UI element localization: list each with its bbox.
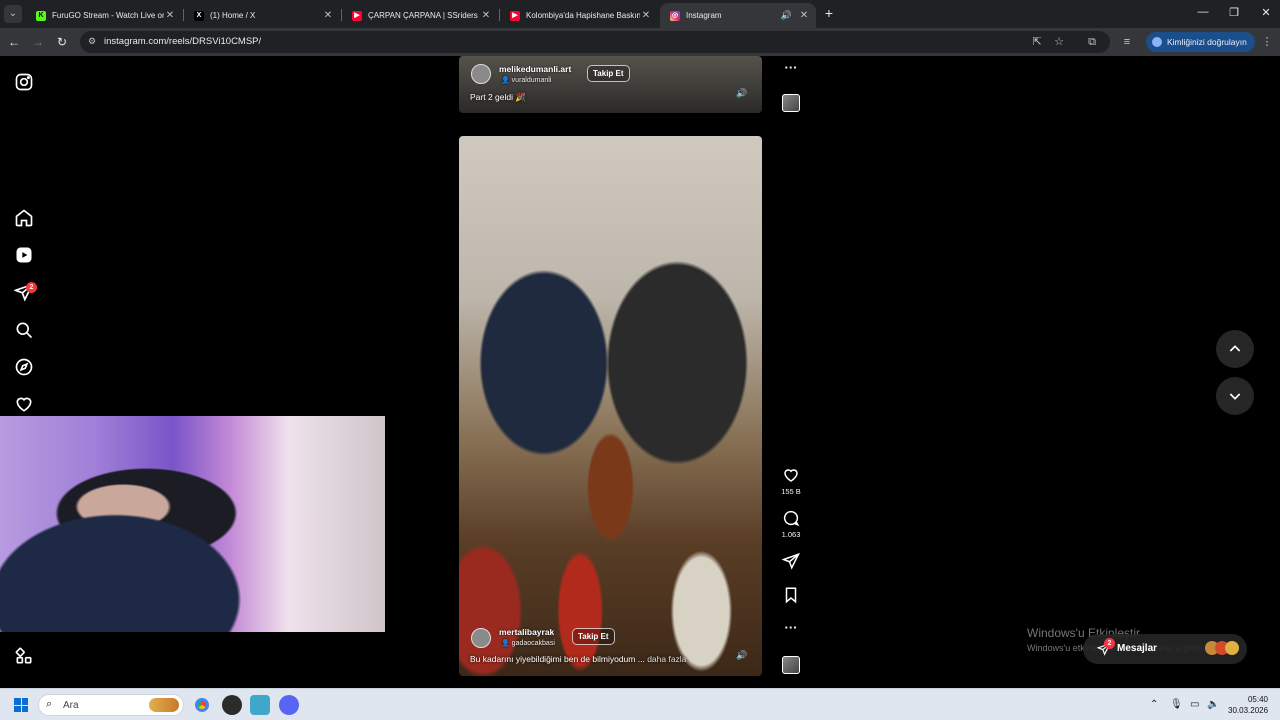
like-count: 155 B xyxy=(781,487,801,496)
tab-carpan[interactable]: ▶ ÇARPAN ÇARPANA | SSriders | Y ✕ xyxy=(342,3,498,28)
tab-furugo[interactable]: K FuruGO Stream - Watch Live on ✕ xyxy=(26,3,182,28)
new-tab-button[interactable]: + xyxy=(822,6,836,20)
chrome-icon[interactable] xyxy=(192,695,212,715)
extensions-icon[interactable]: ⧉ xyxy=(1085,35,1099,49)
search-icon: ⌕ xyxy=(46,698,53,710)
follow-button[interactable]: Takip Et xyxy=(587,65,630,82)
media-controls-icon[interactable]: ≡ xyxy=(1120,35,1134,49)
site-info-icon[interactable]: ⚙ xyxy=(88,36,100,48)
forward-button[interactable]: → xyxy=(30,34,46,50)
browser-menu-icon[interactable]: ⋮ xyxy=(1260,35,1274,49)
person-icon: 👤 xyxy=(501,640,512,647)
profile-icon xyxy=(1152,37,1162,47)
reel-more-options-icon[interactable]: ··· xyxy=(780,60,802,75)
tab-search-icon[interactable]: ⌄ xyxy=(4,5,22,23)
volume-icon[interactable]: 🔊 xyxy=(735,648,749,662)
minimize-icon[interactable]: — xyxy=(1193,6,1213,18)
more-link[interactable]: daha fazla xyxy=(647,654,686,664)
tab-kolombiya[interactable]: ▶ Kolombiya'da Hapishane Baskın ✕ xyxy=(500,3,658,28)
url-text: instagram.com/reels/DRSVi10CMSP/ xyxy=(104,36,262,47)
install-app-icon[interactable]: ⇱ xyxy=(1030,35,1044,49)
reel-card-current[interactable]: mertalibayrak 👤 gadaocakbasi Takip Et Bu… xyxy=(459,136,762,676)
kick-icon: K xyxy=(36,10,46,21)
reload-button[interactable]: ↻ xyxy=(54,34,70,50)
tray-overflow-icon[interactable]: ⌃ xyxy=(1150,699,1158,710)
save-bookmark-icon[interactable] xyxy=(780,586,802,609)
instagram-reels-page: 2 melikedumanli.art 👤 vuraldumanli Takip… xyxy=(0,56,1280,688)
windows-taskbar: ⌕ Ara ⌃ 🎙 ▭ 🔈 05:40 30.03.2026 xyxy=(0,688,1280,720)
person-icon: 👤 xyxy=(501,77,512,84)
avatar[interactable] xyxy=(471,628,491,648)
audio-thumbnail[interactable] xyxy=(782,656,800,674)
taskbar-clock[interactable]: 05:40 30.03.2026 xyxy=(1228,694,1268,716)
search-highlight-icon xyxy=(149,698,179,712)
reel-caption: Bu kadarını yiyebildiğimi ben de bilmiyo… xyxy=(470,654,687,664)
tab-strip: ⌄ K FuruGO Stream - Watch Live on ✕ X (1… xyxy=(0,0,1280,28)
close-tab-icon[interactable]: ✕ xyxy=(798,10,810,21)
follow-button[interactable]: Takip Et xyxy=(572,628,615,645)
comment-count: 1.063 xyxy=(781,530,801,539)
comment-icon[interactable] xyxy=(780,509,802,532)
instagram-logo-icon[interactable] xyxy=(14,72,34,92)
network-icon[interactable]: ▭ xyxy=(1190,699,1199,710)
reel-more-options-icon[interactable]: ··· xyxy=(780,620,802,635)
windows-start-icon[interactable] xyxy=(14,698,28,712)
reels-icon[interactable] xyxy=(14,245,34,265)
close-tab-icon[interactable]: ✕ xyxy=(322,10,334,21)
bookmark-star-icon[interactable]: ☆ xyxy=(1052,35,1066,49)
share-icon[interactable] xyxy=(780,552,802,575)
reel-username[interactable]: melikedumanli.art xyxy=(499,64,571,74)
taskbar-search[interactable]: ⌕ Ara xyxy=(38,694,184,716)
reel-audio-name[interactable]: 👤 vuraldumanli xyxy=(501,76,551,84)
youtube-icon: ▶ xyxy=(510,10,520,21)
webcam-overlay xyxy=(0,416,385,632)
microphone-icon[interactable]: 🎙 xyxy=(1170,699,1183,710)
tab-x-home[interactable]: X (1) Home / X ✕ xyxy=(184,3,340,28)
messages-pill-badge: 2 xyxy=(1104,638,1115,649)
audio-playing-icon[interactable]: 🔊 xyxy=(781,10,792,21)
back-button[interactable]: ← xyxy=(6,34,22,50)
x-icon: X xyxy=(194,10,204,21)
more-icon[interactable] xyxy=(14,646,34,666)
volume-icon[interactable]: 🔊 xyxy=(735,86,749,100)
restore-icon[interactable]: ❐ xyxy=(1224,6,1244,19)
audio-thumbnail[interactable] xyxy=(782,94,800,112)
home-icon[interactable] xyxy=(14,208,34,228)
volume-icon[interactable]: 🔈 xyxy=(1207,699,1219,710)
explore-icon[interactable] xyxy=(14,357,34,377)
notifications-heart-icon[interactable] xyxy=(14,394,34,414)
reel-audio-name[interactable]: 👤 gadaocakbasi xyxy=(501,639,555,647)
next-reel-button[interactable] xyxy=(1216,377,1254,415)
settings-app-icon[interactable] xyxy=(250,695,270,715)
reel-username[interactable]: mertalibayrak xyxy=(499,627,554,637)
like-heart-icon[interactable] xyxy=(780,466,802,489)
tab-instagram[interactable]: ◎ Instagram 🔊 ✕ xyxy=(660,3,816,28)
address-bar[interactable]: ⚙ instagram.com/reels/DRSVi10CMSP/ xyxy=(80,31,1110,53)
close-window-icon[interactable]: ✕ xyxy=(1256,6,1276,19)
youtube-icon: ▶ xyxy=(352,10,362,21)
close-tab-icon[interactable]: ✕ xyxy=(164,10,176,21)
verify-identity-button[interactable]: Kimliğinizi doğrulayın xyxy=(1146,32,1255,52)
avatar xyxy=(1225,641,1239,655)
messages-pill[interactable]: 2 Mesajlar xyxy=(1083,634,1247,664)
reel-caption: Part 2 geldi 🎉 xyxy=(470,92,526,102)
reel-card-previous[interactable]: melikedumanli.art 👤 vuraldumanli Takip E… xyxy=(459,56,762,113)
discord-icon[interactable] xyxy=(279,695,299,715)
avatar[interactable] xyxy=(471,64,491,84)
browser-toolbar: ← → ↻ ⚙ instagram.com/reels/DRSVi10CMSP/… xyxy=(0,28,1280,56)
messages-badge: 2 xyxy=(26,282,37,293)
close-tab-icon[interactable]: ✕ xyxy=(480,10,492,21)
search-icon[interactable] xyxy=(14,320,34,340)
close-tab-icon[interactable]: ✕ xyxy=(640,10,652,21)
previous-reel-button[interactable] xyxy=(1216,330,1254,368)
obs-icon[interactable] xyxy=(222,695,242,715)
instagram-icon: ◎ xyxy=(670,10,680,21)
